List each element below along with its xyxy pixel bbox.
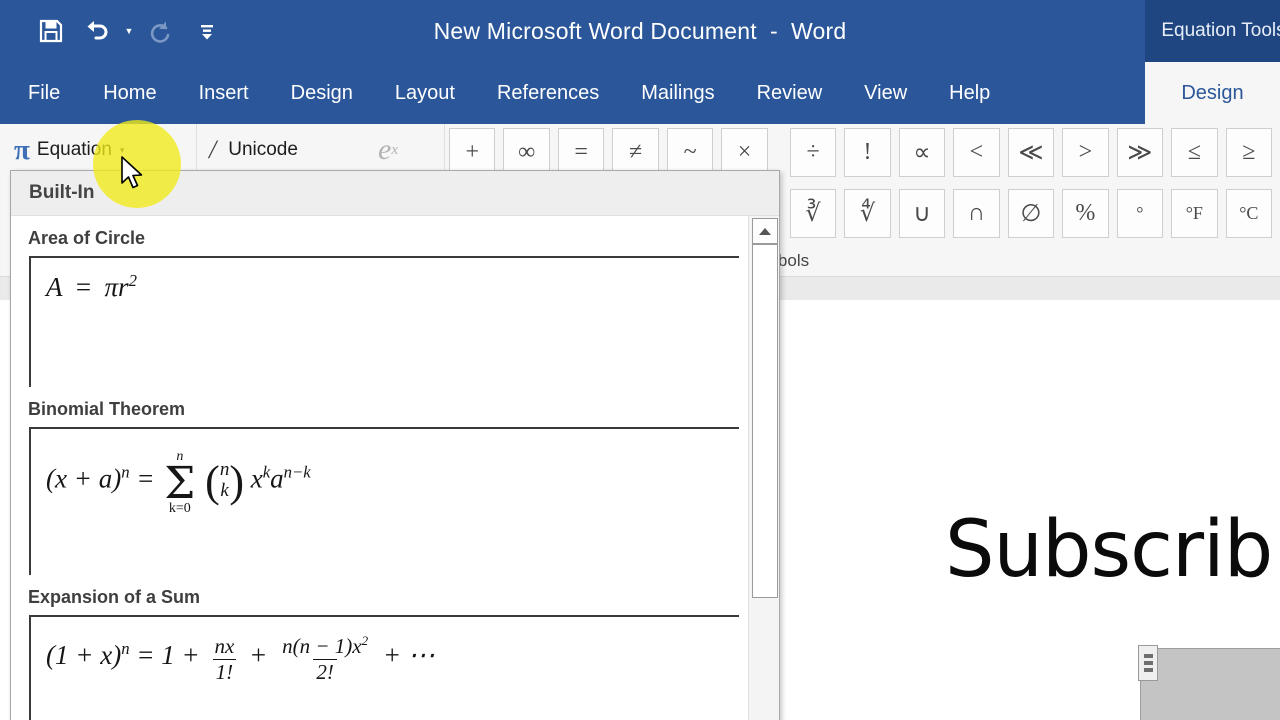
gallery-item-title: Expansion of a Sum [28,587,201,607]
symbol-button[interactable]: °C [1225,189,1273,238]
tab-file[interactable]: File [0,62,82,124]
symbol-button[interactable]: °F [1171,189,1218,238]
slash-icon: / [209,135,217,164]
symbol-button[interactable]: > [1062,128,1109,177]
tab-layout[interactable]: Layout [374,62,476,124]
symbol-button[interactable]: ∩ [953,189,1000,238]
tab-home[interactable]: Home [82,62,177,124]
quick-access-toolbar: ▼ [30,8,228,54]
symbol-button[interactable]: ≥ [1225,128,1273,177]
document-body-text: Subscrib [945,505,1273,595]
symbol-button[interactable]: ∛ [789,189,837,238]
chevron-down-icon[interactable]: ▾ [120,145,125,156]
symbol-button[interactable]: ≫ [1116,128,1164,177]
gallery-item-equation[interactable]: (x + a)n = n Σ k=0 ( nk ) xkan−k [29,427,739,575]
word-window: ▼ New Microsoft Word Document - Word Equ… [0,0,1280,720]
equation-gallery-dropdown: Built-In Area of Circle A = πr2 Binomial… [10,170,780,720]
unicode-button-label: Unicode [228,139,298,160]
symbol-button[interactable]: < [953,128,1000,177]
gallery-item-area-of-circle[interactable]: Area of Circle A = πr2 [11,216,749,387]
symbol-button[interactable]: ∅ [1007,189,1055,238]
unicode-button[interactable]: / Unicode [209,128,298,172]
gallery-list: Area of Circle A = πr2 Binomial Theorem … [11,216,749,720]
gallery-item-title: Binomial Theorem [28,399,186,419]
equation-binomial-theorem: (x + a)n = n Σ k=0 ( nk ) xkan−k [46,449,311,517]
scroll-up-icon[interactable] [752,218,778,244]
equation-area-of-circle: A = πr2 [46,271,137,302]
gallery-scrollbar[interactable] [748,216,779,720]
convert-e-to-the-x-icon: ex [378,133,398,166]
equation-button[interactable]: π Equation ▾ [8,128,130,172]
symbol-button[interactable]: ≪ [1007,128,1055,177]
pi-icon: π [14,133,30,166]
symbol-button[interactable]: % [1062,189,1109,238]
symbol-button[interactable]: ∜ [844,189,891,238]
gallery-item-equation[interactable]: A = πr2 [29,256,739,387]
symbol-button[interactable]: ° [1116,189,1164,238]
equation-expansion-of-a-sum: (1 + x)n = 1 + nx 1! + n(n − 1)x2 2! + ⋯ [46,633,435,684]
tab-design[interactable]: Design [270,62,374,124]
gallery-item-title: Area of Circle [28,228,146,248]
symbol-button[interactable]: ÷ [789,128,837,177]
contextual-tab-header-label: Equation Tools [1161,20,1280,41]
undo-icon[interactable] [76,10,118,52]
tab-insert[interactable]: Insert [178,62,270,124]
ribbon-tabs: File Home Insert Design Layout Reference… [0,62,1011,124]
tab-equation-design[interactable]: Design [1145,62,1280,124]
customize-qat-icon[interactable] [186,10,228,52]
undo-dropdown-caret[interactable]: ▼ [122,10,136,52]
gallery-section-header: Built-In [11,171,779,216]
tab-review[interactable]: Review [736,62,844,124]
symbol-button[interactable]: ≤ [1171,128,1218,177]
redo-icon [140,10,182,52]
gallery-item-expansion-of-a-sum[interactable]: Expansion of a Sum (1 + x)n = 1 + nx 1! +… [11,575,749,720]
symbol-button[interactable]: ∪ [898,189,946,238]
tab-view[interactable]: View [843,62,928,124]
symbol-button[interactable]: ! [844,128,891,177]
title-bar: ▼ New Microsoft Word Document - Word Equ… [0,0,1280,62]
tab-references[interactable]: References [476,62,620,124]
window-title-text: New Microsoft Word Document - Word [433,17,847,44]
save-icon[interactable] [30,10,72,52]
scrollbar-thumb[interactable] [752,244,778,598]
contextual-tab-header: Equation Tools [1145,0,1280,62]
gallery-item-binomial-theorem[interactable]: Binomial Theorem (x + a)n = n Σ k=0 ( nk [11,387,749,575]
ribbon-tab-strip: File Home Insert Design Layout Reference… [0,62,1280,124]
equation-placeholder[interactable] [1140,648,1280,720]
tab-mailings[interactable]: Mailings [620,62,735,124]
symbol-button[interactable]: ∝ [898,128,946,177]
equation-button-label: Equation [36,139,112,160]
equation-drag-handle-icon[interactable] [1138,645,1158,681]
tab-help[interactable]: Help [928,62,1011,124]
gallery-item-equation[interactable]: (1 + x)n = 1 + nx 1! + n(n − 1)x2 2! + ⋯ [29,615,739,720]
